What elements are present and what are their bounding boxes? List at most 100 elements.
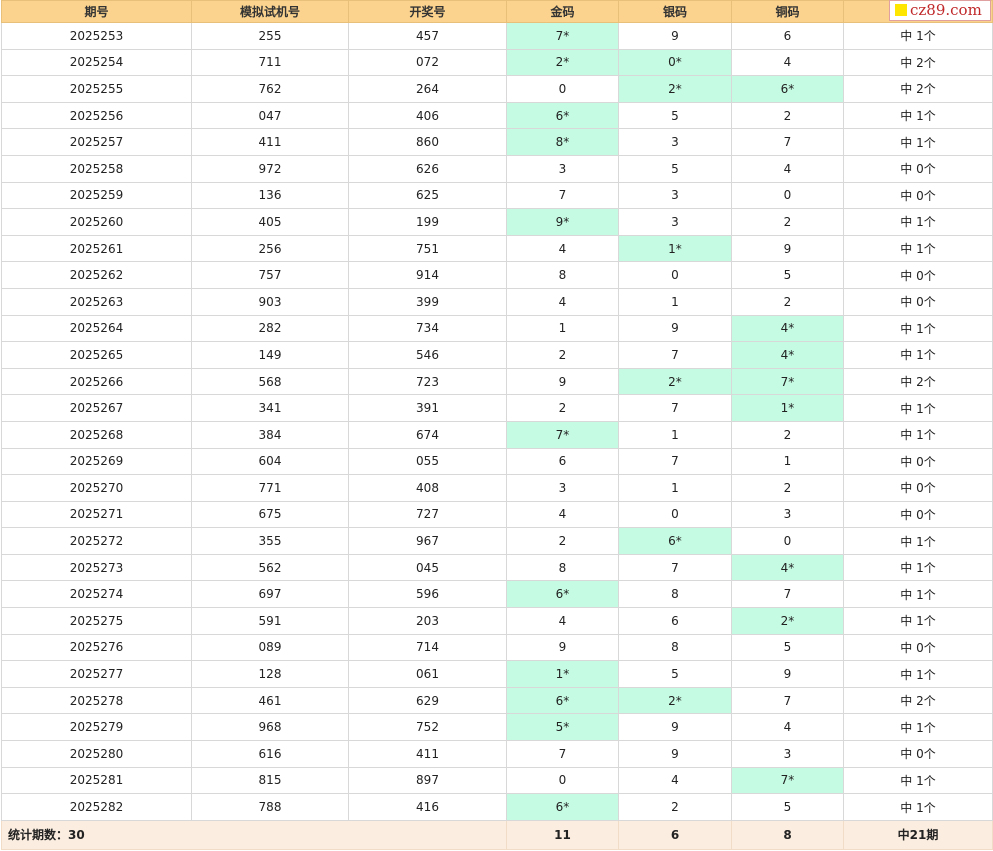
cell-sim: 568 [191,367,349,396]
cell-sim: 771 [191,474,349,502]
cell-silver: 1* [618,234,732,263]
cell-sim: 616 [191,740,349,768]
cell-copper: 6* [731,75,844,103]
cell-draw: 072 [348,48,507,77]
cell-copper: 7 [731,128,844,156]
cell-result: 中 1个 [843,341,993,369]
table-header-row: 期号 模拟试机号 开奖号 金码 银码 铜码 [1,0,993,23]
cell-copper: 2 [731,101,844,130]
cell-silver: 4 [618,766,732,795]
cell-gold: 2 [506,394,619,422]
cell-gold: 6* [506,101,619,130]
cell-result: 中 1个 [843,580,993,609]
cell-copper: 0 [731,527,844,555]
cell-period: 2025264 [1,314,192,343]
cell-sim: 562 [191,553,349,582]
cell-gold: 8* [506,128,619,156]
cell-period: 2025258 [1,154,192,183]
cell-result: 中 1个 [843,713,993,742]
cell-sim: 762 [191,75,349,103]
header-sim: 模拟试机号 [191,0,349,23]
cell-gold: 2 [506,527,619,555]
summary-label: 统计期数：30 [1,819,507,850]
table-row: 2025253 255 457 7* 9 6 中 1个 [1,22,993,50]
cell-sim: 355 [191,527,349,555]
cell-period: 2025267 [1,394,192,422]
cell-copper: 4 [731,154,844,183]
cell-period: 2025269 [1,447,192,476]
cell-draw: 055 [348,447,507,476]
cell-gold: 4 [506,607,619,635]
cell-period: 2025253 [1,22,192,50]
cell-sim: 384 [191,420,349,449]
cell-silver: 1 [618,474,732,502]
cell-sim: 282 [191,314,349,343]
cell-gold: 4 [506,500,619,529]
cell-silver: 7 [618,553,732,582]
cell-period: 2025257 [1,128,192,156]
cell-copper: 4 [731,713,844,742]
table-row: 2025278 461 629 6* 2* 7 中 2个 [1,686,993,715]
cell-silver: 1 [618,287,732,316]
cell-result: 中 2个 [843,686,993,715]
cell-copper: 2 [731,287,844,316]
cell-copper: 1* [731,394,844,422]
cell-period: 2025259 [1,181,192,210]
cell-gold: 8 [506,261,619,289]
cell-period: 2025256 [1,101,192,130]
cell-draw: 061 [348,660,507,688]
cell-draw: 625 [348,181,507,210]
cell-period: 2025266 [1,367,192,396]
cell-period: 2025276 [1,633,192,662]
cell-copper: 4* [731,553,844,582]
cell-silver: 5 [618,101,732,130]
cell-copper: 7* [731,367,844,396]
cell-silver: 2* [618,686,732,715]
cell-result: 中 1个 [843,766,993,795]
table-row: 2025256 047 406 6* 5 2 中 1个 [1,101,993,130]
cell-silver: 3 [618,181,732,210]
cell-period: 2025263 [1,287,192,316]
cell-gold: 7* [506,420,619,449]
cell-result: 中 0个 [843,287,993,316]
cell-sim: 136 [191,181,349,210]
cell-draw: 674 [348,420,507,449]
cell-sim: 089 [191,633,349,662]
cell-gold: 9 [506,633,619,662]
cell-period: 2025262 [1,261,192,289]
cell-result: 中 1个 [843,607,993,635]
cell-silver: 7 [618,447,732,476]
cell-copper: 9 [731,660,844,688]
cell-gold: 6 [506,447,619,476]
cell-sim: 711 [191,48,349,77]
cell-sim: 255 [191,22,349,50]
cell-copper: 4 [731,48,844,77]
table-row: 2025258 972 626 3 5 4 中 0个 [1,154,993,183]
cell-draw: 860 [348,128,507,156]
cell-gold: 6* [506,793,619,821]
cell-result: 中 2个 [843,367,993,396]
cell-gold: 4 [506,287,619,316]
table-row: 2025267 341 391 2 7 1* 中 1个 [1,394,993,422]
logo-text: cz89.com [910,1,982,19]
cell-silver: 0 [618,500,732,529]
lottery-table: 期号 模拟试机号 开奖号 金码 银码 铜码 2025253 255 457 7* 9 6 中… [1,0,993,850]
cell-draw: 416 [348,793,507,821]
cell-silver: 2* [618,75,732,103]
cell-copper: 2 [731,474,844,502]
table-row: 2025271 675 727 4 0 3 中 0个 [1,500,993,529]
cell-draw: 967 [348,527,507,555]
cell-silver: 2* [618,367,732,396]
cell-result: 中 1个 [843,208,993,236]
cell-silver: 2 [618,793,732,821]
cell-draw: 199 [348,208,507,236]
cell-result: 中 0个 [843,447,993,476]
cell-period: 2025281 [1,766,192,795]
cell-copper: 7* [731,766,844,795]
header-draw: 开奖号 [348,0,507,23]
site-logo[interactable]: cz89.com [889,0,991,21]
cell-sim: 461 [191,686,349,715]
cell-draw: 714 [348,633,507,662]
cell-period: 2025270 [1,474,192,502]
cell-result: 中 0个 [843,261,993,289]
